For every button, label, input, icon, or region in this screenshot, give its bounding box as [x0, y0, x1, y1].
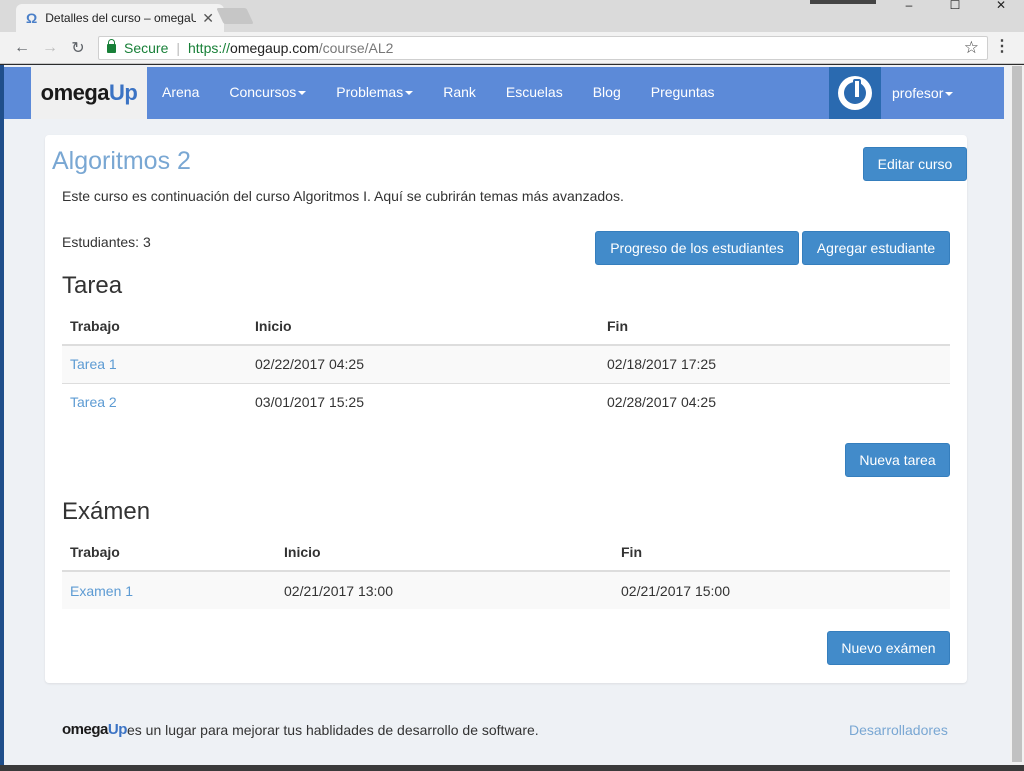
url-path: /course/AL2: [318, 40, 394, 56]
column-header: Inicio: [276, 533, 613, 572]
nav-item-label: Blog: [592, 84, 621, 100]
nav-item-concursos[interactable]: Concursos: [214, 67, 321, 119]
column-header: Fin: [613, 533, 950, 572]
new-exam-button[interactable]: Nuevo exámen: [827, 631, 950, 665]
user-menu[interactable]: profesor: [892, 67, 954, 119]
tab-title: Detalles del curso – omegaUp: [45, 11, 197, 25]
course-description: Este curso es continuación del curso Alg…: [62, 188, 624, 204]
column-header: Trabajo: [62, 533, 276, 572]
start-date: 03/01/2017 15:25: [247, 382, 599, 421]
students-count: Estudiantes: 3: [62, 234, 151, 250]
window-bottom-edge: [0, 765, 1024, 771]
window-caption-strip: [810, 0, 876, 4]
exam-link[interactable]: Examen 1: [62, 570, 276, 609]
nav-item-label: Rank: [443, 84, 476, 100]
footer-tagline: es un lugar para mejorar tus hablidades …: [127, 722, 539, 738]
caret-down-icon: [298, 91, 307, 96]
course-card: Algoritmos 2 Editar curso Este curso es …: [45, 135, 967, 683]
footer-logo-up: Up: [107, 721, 128, 738]
homework-table: Trabajo Inicio Fin Tarea 1 02/22/2017 04…: [62, 307, 950, 421]
end-date: 02/28/2017 04:25: [599, 382, 950, 421]
browser-menu-icon[interactable]: ⋮: [994, 38, 1010, 56]
caret-down-icon: [945, 92, 954, 97]
browser-titlebar: Ω Detalles del curso – omegaUp ✕ – ☐ ✕: [0, 0, 1024, 32]
new-homework-button[interactable]: Nueva tarea: [845, 443, 950, 477]
end-date: 02/21/2017 15:00: [613, 570, 950, 609]
url-scheme: https://: [188, 40, 231, 56]
start-date: 02/22/2017 04:25: [247, 344, 599, 383]
nav-item-preguntas[interactable]: Preguntas: [636, 67, 730, 119]
omegaup-logo[interactable]: omega Up: [31, 67, 147, 119]
caret-down-icon: [405, 91, 414, 96]
lock-icon: [107, 38, 116, 53]
reload-icon[interactable]: ↻: [64, 38, 92, 58]
exam-table: Trabajo Inicio Fin Examen 1 02/21/2017 1…: [62, 533, 950, 609]
column-header: Trabajo: [62, 307, 247, 346]
omega-favicon-icon: Ω: [26, 10, 38, 26]
forward-arrow-icon[interactable]: →: [36, 39, 64, 57]
back-arrow-icon[interactable]: ←: [8, 39, 36, 57]
nav-item-rank[interactable]: Rank: [428, 67, 491, 119]
minimize-icon[interactable]: –: [886, 0, 932, 20]
edit-course-button[interactable]: Editar curso: [863, 147, 967, 181]
power-icon: [838, 76, 872, 110]
start-date: 02/21/2017 13:00: [276, 570, 613, 609]
nav-item-arena[interactable]: Arena: [147, 67, 214, 119]
table-row: Examen 1 02/21/2017 13:00 02/21/2017 15:…: [62, 570, 950, 609]
window-controls: – ☐ ✕: [886, 0, 1024, 20]
column-header: Inicio: [247, 307, 599, 346]
logo-up-text: Up: [109, 80, 138, 105]
table-row: Tarea 2 03/01/2017 15:25 02/28/2017 04:2…: [62, 382, 950, 421]
nav-item-label: Preguntas: [650, 84, 715, 100]
new-tab-button[interactable]: [216, 8, 254, 24]
page-viewport: omega Up Arena Concursos Problemas Rank E…: [4, 65, 1010, 765]
scrollbar-thumb[interactable]: [1012, 66, 1022, 762]
address-bar: ← → ↻ Secure | https:// omegaup.com /cou…: [0, 32, 1024, 64]
bookmark-star-icon[interactable]: ☆: [964, 38, 979, 58]
homework-section-title: Tarea: [62, 272, 123, 299]
end-date: 02/18/2017 17:25: [599, 344, 950, 383]
table-header-row: Trabajo Inicio Fin: [62, 533, 950, 572]
nav-item-label: Problemas: [336, 84, 404, 100]
footer-logo[interactable]: omegaUp: [62, 721, 127, 738]
add-student-button[interactable]: Agregar estudiante: [802, 231, 950, 265]
nav-item-label: Escuelas: [505, 84, 563, 100]
url-input[interactable]: Secure | https:// omegaup.com /course/AL…: [98, 36, 988, 60]
table-header-row: Trabajo Inicio Fin: [62, 307, 950, 346]
exam-section-title: Exámen: [62, 498, 151, 525]
nav-menu: Arena Concursos Problemas Rank Escuelas …: [147, 67, 730, 119]
nav-item-label: Concursos: [229, 84, 297, 100]
secure-label: Secure: [124, 40, 169, 56]
nav-item-blog[interactable]: Blog: [578, 67, 636, 119]
url-separator: |: [176, 40, 180, 56]
url-host: omegaup.com: [230, 40, 319, 56]
browser-tab[interactable]: Ω Detalles del curso – omegaUp ✕: [16, 4, 224, 32]
homework-link[interactable]: Tarea 1: [62, 344, 247, 383]
table-row: Tarea 1 02/22/2017 04:25 02/18/2017 17:2…: [62, 344, 950, 383]
logo-omega-text: omega: [40, 80, 110, 105]
avatar[interactable]: [829, 67, 881, 119]
page-title: Algoritmos 2: [52, 147, 191, 175]
student-progress-button[interactable]: Progreso de los estudiantes: [595, 231, 799, 265]
footer-logo-omega: omega: [62, 721, 108, 738]
column-header: Fin: [599, 307, 950, 346]
nav-item-escuelas[interactable]: Escuelas: [491, 67, 578, 119]
window-close-icon[interactable]: ✕: [978, 0, 1024, 20]
homework-link[interactable]: Tarea 2: [62, 382, 247, 421]
nav-item-label: Arena: [162, 84, 200, 100]
developers-link[interactable]: Desarrolladores: [849, 722, 948, 738]
nav-item-problemas[interactable]: Problemas: [321, 67, 428, 119]
maximize-icon[interactable]: ☐: [932, 0, 978, 20]
tab-close-icon[interactable]: ✕: [202, 10, 214, 27]
site-navbar: omega Up Arena Concursos Problemas Rank E…: [4, 67, 1004, 119]
user-name: profesor: [892, 85, 944, 101]
